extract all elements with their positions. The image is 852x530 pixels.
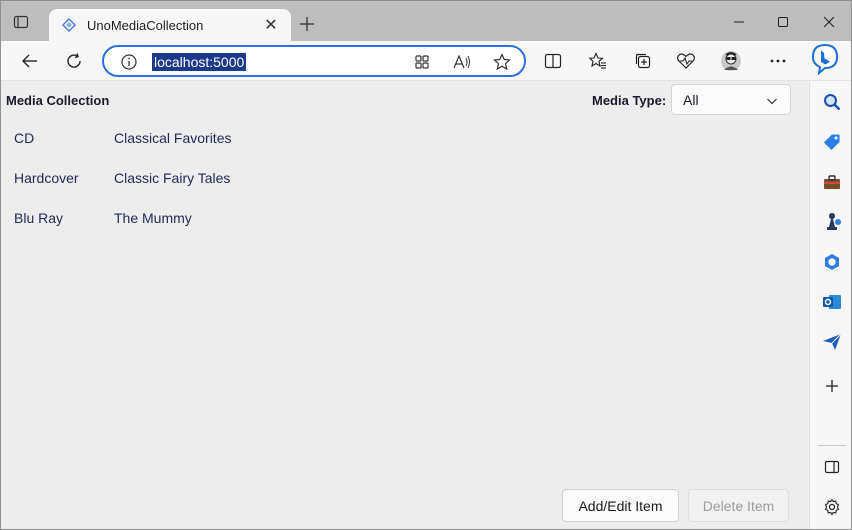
microsoft-365-icon[interactable]: [816, 246, 848, 278]
chevron-down-icon: [766, 94, 778, 106]
media-title-cell: Classic Fairy Tales: [114, 170, 231, 186]
delete-item-button[interactable]: Delete Item: [688, 489, 789, 522]
search-icon[interactable]: [816, 86, 848, 118]
browser-window: UnoMediaCollection ✕ localhost:5000 Medi…: [0, 0, 852, 530]
list-item[interactable]: CD Classical Favorites: [1, 119, 801, 159]
app-content: Media Collection Media Type: All CD Clas…: [1, 81, 809, 529]
media-type-selected-value: All: [683, 92, 699, 108]
favorites-icon[interactable]: [586, 49, 610, 73]
favorite-star-icon[interactable]: [492, 52, 512, 72]
tools-icon[interactable]: [816, 166, 848, 198]
minimize-icon[interactable]: [727, 10, 751, 34]
media-title-cell: The Mummy: [114, 210, 192, 226]
shopping-tag-icon[interactable]: [816, 126, 848, 158]
read-aloud-icon[interactable]: [452, 52, 472, 72]
refresh-icon[interactable]: [62, 49, 86, 73]
bing-copilot-icon[interactable]: [809, 43, 841, 76]
profile-avatar[interactable]: [719, 49, 743, 73]
title-bar: UnoMediaCollection ✕: [1, 1, 851, 41]
app-available-icon[interactable]: [412, 52, 432, 72]
sidebar-divider: [818, 445, 846, 446]
settings-gear-icon[interactable]: [816, 491, 848, 523]
outlook-icon[interactable]: [816, 286, 848, 318]
edge-sidebar: [809, 81, 851, 529]
tab-actions-icon[interactable]: [9, 11, 33, 33]
list-item[interactable]: Blu Ray The Mummy: [1, 199, 801, 239]
media-type-select[interactable]: All: [671, 84, 791, 115]
media-type-cell: Hardcover: [14, 170, 79, 186]
list-item[interactable]: Hardcover Classic Fairy Tales: [1, 159, 801, 199]
back-icon[interactable]: [18, 49, 42, 73]
address-bar[interactable]: localhost:5000: [102, 45, 526, 77]
split-screen-icon[interactable]: [541, 49, 565, 73]
url-text[interactable]: localhost:5000: [152, 53, 247, 71]
drop-send-icon[interactable]: [816, 326, 848, 358]
media-list: CD Classical Favorites Hardcover Classic…: [1, 119, 801, 239]
close-tab-icon[interactable]: ✕: [259, 13, 283, 37]
browser-essentials-icon[interactable]: [674, 49, 698, 73]
page-title: Media Collection: [6, 93, 110, 108]
tab-title: UnoMediaCollection: [87, 17, 204, 33]
uno-favicon-icon: [61, 17, 77, 33]
browser-toolbar: localhost:5000: [1, 41, 851, 81]
collections-icon[interactable]: [631, 49, 655, 73]
new-tab-icon[interactable]: [297, 14, 317, 34]
browser-tab[interactable]: UnoMediaCollection ✕: [49, 9, 291, 41]
add-edit-item-button[interactable]: Add/Edit Item: [562, 489, 679, 522]
media-title-cell: Classical Favorites: [114, 130, 232, 146]
hide-sidebar-icon[interactable]: [816, 451, 848, 483]
maximize-icon[interactable]: [771, 10, 795, 34]
add-sidebar-app-icon[interactable]: [816, 370, 848, 402]
site-info-icon[interactable]: [120, 53, 138, 71]
media-type-cell: CD: [14, 130, 35, 146]
games-icon[interactable]: [816, 206, 848, 238]
more-options-icon[interactable]: [766, 49, 790, 73]
close-window-icon[interactable]: [817, 10, 841, 34]
media-type-label: Media Type:: [592, 93, 667, 108]
media-type-cell: Blu Ray: [14, 210, 64, 226]
